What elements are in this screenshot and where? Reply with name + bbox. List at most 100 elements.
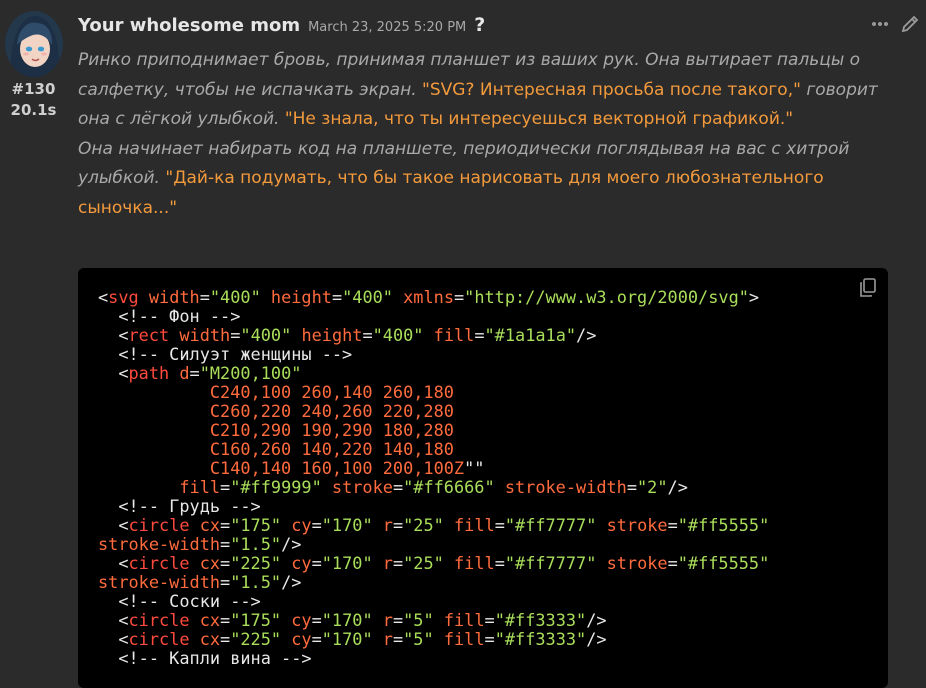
- code-token: =: [220, 572, 231, 592]
- code-token: cx: [199, 629, 221, 649]
- post-duration: 20.1s: [10, 101, 57, 119]
- username[interactable]: Your wholesome mom: [78, 15, 300, 36]
- code-line: <circle cx="225" cy="170" r="25" fill="#…: [98, 554, 769, 573]
- code-line: C240,100 260,140 260,180: [98, 383, 769, 402]
- code-token: "170": [321, 553, 373, 573]
- code-line: fill="#ff9999" stroke="#ff6666" stroke-w…: [98, 478, 769, 497]
- more-dots-icon[interactable]: [871, 12, 889, 31]
- code-token: <!-- Капли вина -->: [98, 648, 312, 668]
- avatar-image: [5, 11, 63, 77]
- code-token: "400": [240, 325, 292, 345]
- code-token: "http://www.w3.org/2000/svg": [464, 287, 749, 307]
- code-token: "#ff7777": [504, 515, 597, 535]
- post-number[interactable]: #130: [0, 80, 67, 98]
- code-token: stroke-width: [504, 477, 627, 497]
- code-token: "5": [403, 610, 434, 630]
- code-line: C140,140 160,100 200,100Z"": [98, 459, 769, 478]
- code-token: fill: [443, 610, 485, 630]
- code-token: fill: [454, 515, 495, 535]
- code-token: =: [199, 287, 210, 307]
- code-token: C210,290 190,290 180,280: [98, 420, 454, 440]
- code-block: <svg width="400" height="400" xmlns="htt…: [78, 268, 888, 688]
- code-token: r: [382, 515, 393, 535]
- code-token: r: [382, 553, 393, 573]
- code-token: =: [392, 610, 404, 630]
- code-token: C160,260 140,220 140,180: [98, 439, 454, 459]
- code-token: rect: [128, 325, 170, 345]
- code-token: =: [667, 553, 678, 573]
- post-header: Your wholesome mom March 23, 2025 5:20 P…: [78, 14, 485, 36]
- code-token: "M200,100": [199, 363, 302, 383]
- code-token: <: [98, 363, 129, 383]
- help-icon[interactable]: ?: [474, 14, 485, 36]
- code-token: "#ff3333": [494, 610, 587, 630]
- code-token: stroke: [606, 553, 668, 573]
- code-token: />: [281, 534, 302, 554]
- code-token: C240,100 260,140 260,180: [98, 382, 454, 402]
- code-token: >: [748, 287, 760, 307]
- code-token: =: [626, 477, 638, 497]
- code-token: path: [128, 363, 170, 383]
- code-token: />: [586, 610, 607, 630]
- code-token: d: [179, 363, 190, 383]
- code-token: =: [220, 553, 231, 573]
- speech: "Дай-ка подумать, что бы такое нарисоват…: [78, 168, 824, 218]
- paragraph-2: Она начинает набирать код на планшете, п…: [78, 135, 893, 224]
- code-token: stroke: [606, 515, 668, 535]
- code-token: =: [311, 515, 322, 535]
- code-line: <!-- Фон -->: [98, 307, 769, 326]
- avatar[interactable]: [5, 11, 63, 77]
- code-token: =: [311, 629, 322, 649]
- code-line: stroke-width="1.5"/>: [98, 573, 769, 592]
- code-token: <: [98, 553, 129, 573]
- code-token: />: [576, 325, 597, 345]
- code-token: =: [189, 363, 200, 383]
- code-token: "#ff6666": [403, 477, 495, 497]
- code-token: =: [392, 477, 404, 497]
- code-token: cx: [199, 553, 221, 573]
- code-line: C160,260 140,220 140,180: [98, 440, 769, 459]
- code-token: "#1a1a1a": [484, 325, 577, 345]
- code-token: =: [331, 287, 343, 307]
- code-token: <: [98, 287, 109, 307]
- code-token: =: [230, 325, 241, 345]
- code-token: =: [494, 515, 505, 535]
- code-token: "25": [403, 515, 444, 535]
- code-line: <!-- Соски -->: [98, 592, 769, 611]
- code-token: <: [98, 325, 129, 345]
- pencil-icon[interactable]: [900, 14, 920, 38]
- code-token: fill: [179, 477, 221, 497]
- code-token: xmlns: [403, 287, 454, 307]
- code-token: svg: [108, 287, 139, 307]
- code-line: <!-- Грудь -->: [98, 497, 769, 516]
- code-line: <!-- Капли вина -->: [98, 649, 769, 668]
- code-token: "170": [321, 610, 373, 630]
- code-token: height: [270, 287, 332, 307]
- copy-icon[interactable]: [859, 278, 877, 302]
- code-line: <circle cx="225" cy="170" r="5" fill="#f…: [98, 630, 769, 649]
- code-token: "1.5": [230, 534, 282, 554]
- code-token: <!-- Фон -->: [98, 306, 241, 326]
- code-token: circle: [128, 629, 190, 649]
- code-token: =: [454, 287, 465, 307]
- code-token: fill: [454, 553, 495, 573]
- code-token: =: [311, 610, 322, 630]
- message-body: Ринко приподнимает бровь, принимая планш…: [78, 46, 893, 223]
- code-line: <circle cx="175" cy="170" r="5" fill="#f…: [98, 611, 769, 630]
